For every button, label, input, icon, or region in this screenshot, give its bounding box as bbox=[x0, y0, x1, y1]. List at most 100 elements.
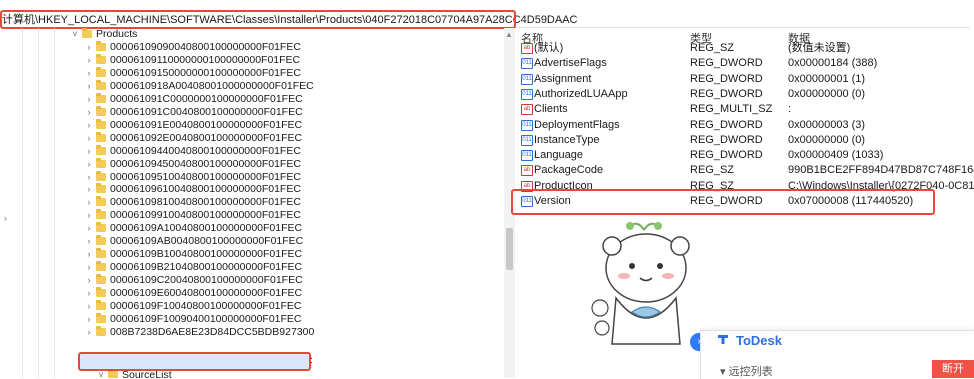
string-value-icon: ab bbox=[521, 43, 533, 54]
tree-item-label: 00006109090040800100000000F01FEC bbox=[110, 41, 301, 53]
value-type: REG_SZ bbox=[690, 164, 735, 177]
expand-chevron-icon[interactable]: › bbox=[84, 119, 94, 132]
expand-chevron-icon[interactable]: › bbox=[84, 93, 94, 106]
folder-icon bbox=[96, 144, 106, 155]
tree-item-label: 00006109450040800100000000F01FEC bbox=[110, 157, 301, 170]
expand-chevron-icon[interactable]: › bbox=[84, 132, 94, 145]
scrollbar-thumb[interactable] bbox=[506, 228, 513, 270]
folder-icon bbox=[96, 312, 106, 323]
bear-sticker-image bbox=[591, 222, 690, 345]
tree-item[interactable]: › 00006109450040800100000000F01FEC bbox=[0, 157, 500, 171]
value-row[interactable]: 011 AuthorizedLUAApp REG_DWORD 0x00000000 (… bbox=[518, 87, 974, 101]
value-type: REG_SZ bbox=[690, 42, 735, 54]
value-name: InstanceType bbox=[534, 133, 600, 146]
dword-value-icon: 011 bbox=[521, 88, 533, 100]
value-name: AuthorizedLUAApp bbox=[534, 87, 628, 100]
tree-item[interactable]: › 00006109B10040800100000000F01FEC bbox=[0, 248, 500, 261]
tree-item[interactable]: › 00006109F10090400100000000F01FEC bbox=[0, 312, 500, 326]
tree-item[interactable]: › 00006109C20040800100000000F01FEC bbox=[0, 274, 500, 287]
expand-chevron-icon[interactable]: › bbox=[84, 313, 94, 326]
tree-item[interactable]: › 00006109910040800100000000F01FEC bbox=[0, 209, 500, 222]
expand-chevron-icon[interactable]: › bbox=[84, 196, 94, 209]
tree-item[interactable]: › 00006109810040800100000000F01FEC bbox=[0, 196, 500, 209]
value-data: : bbox=[788, 103, 792, 116]
tree-item-label: 00006109150000000100000000F01FEC bbox=[110, 66, 301, 79]
tree-item-label: 00006109440040800100000000F01FEC bbox=[110, 144, 301, 157]
string-value-icon: ab bbox=[521, 104, 533, 116]
tree-item[interactable]: › 0000610918A00408001000000000F01FEC bbox=[0, 79, 500, 93]
folder-icon bbox=[96, 105, 106, 116]
collapse-chevron-icon[interactable]: ˅ bbox=[70, 28, 80, 41]
value-name: PackageCode bbox=[534, 164, 604, 177]
tree-item[interactable]: › 000061092E0040800100000000F01FEC bbox=[0, 131, 500, 145]
value-name: AdvertiseFlags bbox=[534, 57, 607, 70]
folder-icon bbox=[96, 41, 106, 51]
tree-item-label: 00006109B10040800100000000F01FEC bbox=[110, 248, 303, 261]
string-value-icon: ab bbox=[521, 165, 533, 177]
tree-item[interactable]: › 008B7238D6AE8E23D84DCC5BDB927300 bbox=[0, 325, 500, 339]
value-row[interactable]: 011 Language REG_DWORD 0x00000409 (1033) bbox=[518, 148, 974, 162]
expand-chevron-icon[interactable]: › bbox=[84, 106, 94, 119]
value-data: 0x00000001 (1) bbox=[788, 72, 866, 85]
folder-icon bbox=[96, 53, 106, 64]
tree-item[interactable]: › 000061091C0000000100000000F01FEC bbox=[0, 92, 500, 106]
value-row[interactable]: 011 Assignment REG_DWORD 0x00000001 (1) bbox=[518, 72, 974, 86]
tree-item[interactable]: › 00006109AB0040800100000000F01FEC bbox=[0, 235, 500, 248]
folder-icon bbox=[108, 369, 118, 378]
expand-chevron-icon[interactable]: › bbox=[84, 300, 94, 313]
registry-tree[interactable]: ˅ Products › 00006109090040800100000000F01F… bbox=[0, 28, 516, 378]
dword-value-icon: 011 bbox=[521, 58, 533, 70]
tree-item-label: 000061091E0040800100000000F01FEC bbox=[110, 118, 303, 131]
tree-item[interactable]: › 00006109150000000100000000F01FEC bbox=[0, 66, 500, 80]
expand-chevron-icon[interactable]: › bbox=[84, 145, 94, 158]
expand-chevron-icon[interactable]: › bbox=[84, 54, 94, 67]
tree-item[interactable]: › 000061091E0040800100000000F01FEC bbox=[0, 118, 500, 132]
tree-item-products[interactable]: ˅ Products bbox=[0, 28, 500, 41]
expand-chevron-icon[interactable]: › bbox=[84, 261, 94, 274]
tree-item[interactable]: › 00006109A10040800100000000F01FEC bbox=[0, 222, 500, 235]
value-data: 0x00000003 (3) bbox=[788, 118, 866, 131]
tree-item[interactable]: › 00006109110000000100000000F01FEC bbox=[0, 53, 500, 67]
tree-item[interactable]: › 00006109E60040800100000000F01FEC bbox=[0, 287, 500, 300]
tree-item-label: 00006109510040800100000000F01FEC bbox=[110, 170, 301, 183]
expand-chevron-icon[interactable]: › bbox=[84, 248, 94, 261]
value-data: (数值未设置) bbox=[788, 42, 851, 54]
tree-item-label: 0000610918A00408001000000000F01FEC bbox=[110, 79, 314, 92]
expand-chevron-icon[interactable]: › bbox=[84, 235, 94, 248]
tree-item[interactable]: › 00006109610040800100000000F01FEC bbox=[0, 183, 500, 196]
tree-item[interactable]: › 00006109510040800100000000F01FEC bbox=[0, 170, 500, 184]
expand-chevron-icon[interactable]: › bbox=[84, 80, 94, 93]
value-row[interactable]: ab Clients REG_MULTI_SZ: bbox=[518, 102, 974, 116]
folder-icon bbox=[96, 183, 106, 194]
expand-chevron-icon[interactable]: › bbox=[84, 326, 94, 339]
scroll-up-icon[interactable]: ▲ bbox=[505, 30, 513, 39]
tree-item[interactable]: › 00006109440040800100000000F01FEC bbox=[0, 144, 500, 158]
expand-chevron-icon[interactable]: › bbox=[84, 41, 94, 54]
todesk-disconnect-button[interactable]: 断开 bbox=[932, 360, 974, 378]
selected-key-highlight bbox=[78, 352, 311, 371]
expand-chevron-icon[interactable]: › bbox=[84, 287, 94, 300]
expand-chevron-icon[interactable]: › bbox=[84, 222, 94, 235]
tree-item[interactable]: › 00006109090040800100000000F01FEC bbox=[0, 41, 500, 54]
expand-chevron-icon[interactable]: › bbox=[84, 158, 94, 171]
value-row[interactable]: 011 InstanceType REG_DWORD 0x00000000 (0) bbox=[518, 133, 974, 147]
folder-icon bbox=[82, 28, 92, 38]
value-type: REG_MULTI_SZ bbox=[690, 103, 773, 116]
expand-chevron-icon[interactable]: › bbox=[84, 183, 94, 196]
expand-chevron-icon[interactable]: › bbox=[84, 274, 94, 287]
folder-icon bbox=[96, 118, 106, 129]
value-row[interactable]: 011 DeploymentFlags REG_DWORD 0x00000003 (3… bbox=[518, 118, 974, 132]
tree-item[interactable]: › 00006109F10040800100000000F01FEC bbox=[0, 300, 500, 313]
expand-chevron-icon[interactable]: › bbox=[84, 67, 94, 80]
expand-chevron-icon[interactable]: › bbox=[84, 209, 94, 222]
tree-item[interactable]: › 00006109B21040800100000000F01FEC bbox=[0, 261, 500, 274]
value-row[interactable]: ab (默认) REG_SZ (数值未设置) bbox=[518, 41, 974, 55]
todesk-remote-list-toggle[interactable]: ▾ 远控列表 bbox=[720, 363, 773, 379]
value-data: 0x00000409 (1033) bbox=[788, 149, 884, 162]
folder-icon bbox=[96, 287, 106, 298]
expand-chevron-icon[interactable]: › bbox=[84, 171, 94, 184]
tree-item-label: 00006109610040800100000000F01FEC bbox=[110, 183, 301, 196]
tree-item[interactable]: › 000061091C0040800100000000F01FEC bbox=[0, 105, 500, 119]
value-row[interactable]: 011 AdvertiseFlags REG_DWORD 0x00000184 (38… bbox=[518, 56, 974, 70]
value-row[interactable]: ab PackageCode REG_SZ 990B1BCE2FF894D47BD87… bbox=[518, 163, 974, 177]
